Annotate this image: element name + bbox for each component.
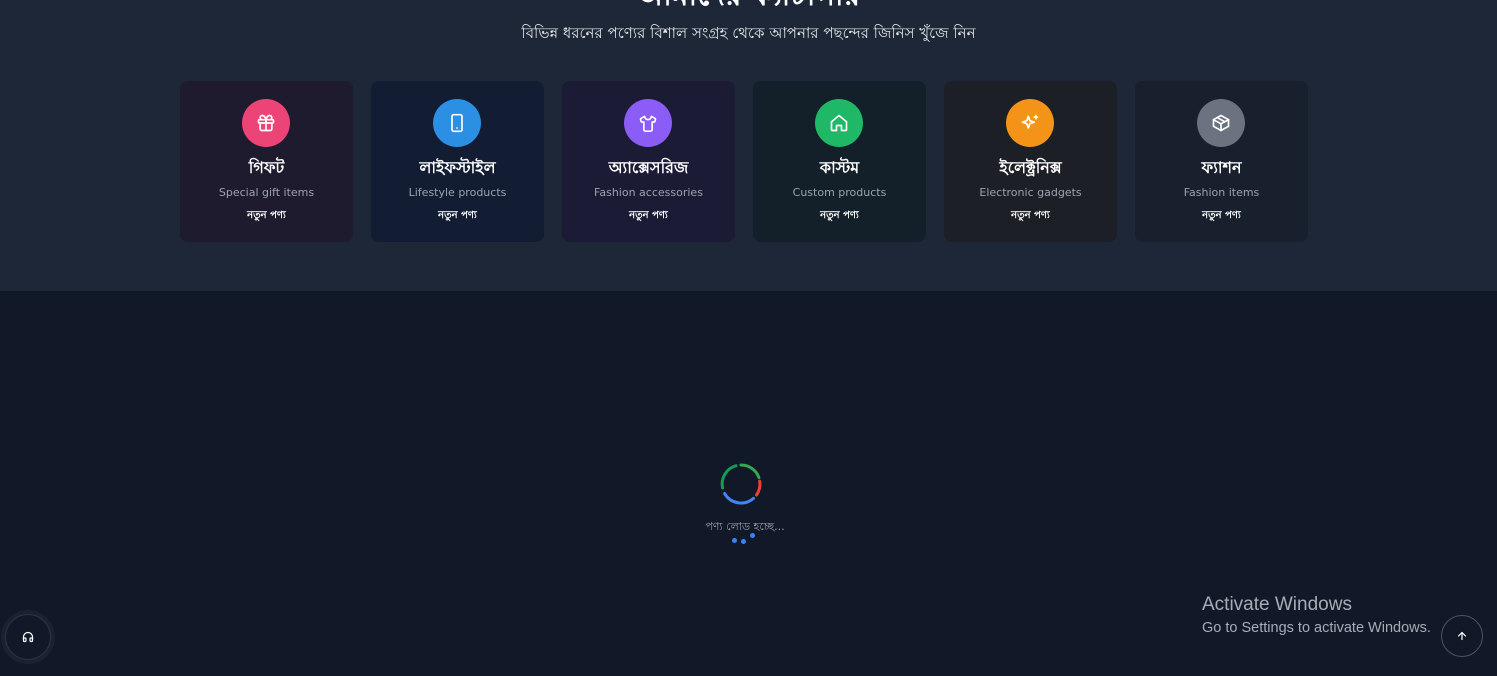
smartphone-icon <box>433 99 481 147</box>
watermark-title: Activate Windows <box>1202 594 1352 615</box>
category-card-custom[interactable]: কাস্টম Custom products নতুন পণ্য <box>753 81 926 242</box>
category-name: কাস্টম <box>819 158 860 177</box>
category-cards: গিফট Special gift items নতুন পণ্য লাইফস্… <box>180 81 1308 242</box>
category-description: Custom products <box>792 186 887 199</box>
category-card-lifestyle[interactable]: লাইফস্টাইল Lifestyle products নতুন পণ্য <box>371 81 544 242</box>
loading-dot <box>750 533 755 538</box>
category-badge: নতুন পণ্য <box>1202 210 1241 221</box>
category-badge: নতুন পণ্য <box>629 210 668 221</box>
category-name: লাইফস্টাইল <box>419 158 496 177</box>
arrow-up-icon <box>1456 627 1468 646</box>
loading-dot <box>732 538 737 543</box>
loading-spinner-icon <box>719 462 763 506</box>
loading-text: পণ্য লোড হচ্ছে... <box>705 520 785 533</box>
box-icon <box>1197 99 1245 147</box>
shirt-icon <box>624 99 672 147</box>
category-description: Fashion items <box>1183 186 1260 199</box>
category-card-gift[interactable]: গিফট Special gift items নতুন পণ্য <box>180 81 353 242</box>
category-badge: নতুন পণ্য <box>820 210 859 221</box>
category-card-electronics[interactable]: ইলেক্ট্রনিক্স Electronic gadgets নতুন পণ… <box>944 81 1117 242</box>
category-description: Lifestyle products <box>408 186 507 199</box>
category-badge: নতুন পণ্য <box>438 210 477 221</box>
categories-section: আমাদের ক্যাটাগরি বিভিন্ন ধরনের পণ্যের বি… <box>0 0 1497 291</box>
category-name: ফ্যাশন <box>1201 158 1242 177</box>
watermark-subtitle: Go to Settings to activate Windows. <box>1202 620 1431 636</box>
category-name: অ্যাক্সেসরিজ <box>608 158 689 177</box>
category-card-accessories[interactable]: অ্যাক্সেসরিজ Fashion accessories নতুন পণ… <box>562 81 735 242</box>
support-button[interactable] <box>5 614 51 660</box>
category-badge: নতুন পণ্য <box>247 210 286 221</box>
category-name: গিফট <box>248 158 285 177</box>
scroll-to-top-button[interactable] <box>1441 615 1483 657</box>
section-title: আমাদের ক্যাটাগরি <box>0 0 1497 14</box>
section-subtitle: বিভিন্ন ধরনের পণ্যের বিশাল সংগ্রহ থেকে আ… <box>521 24 976 42</box>
loading-dot <box>741 539 746 544</box>
category-description: Electronic gadgets <box>979 186 1082 199</box>
gift-icon <box>242 99 290 147</box>
category-description: Special gift items <box>218 186 315 199</box>
category-card-fashion[interactable]: ফ্যাশন Fashion items নতুন পণ্য <box>1135 81 1308 242</box>
category-description: Fashion accessories <box>594 186 703 199</box>
sparkles-icon <box>1006 99 1054 147</box>
category-badge: নতুন পণ্য <box>1011 210 1050 221</box>
headphones-icon <box>22 628 34 647</box>
category-name: ইলেক্ট্রনিক্স <box>999 158 1062 177</box>
home-icon <box>815 99 863 147</box>
